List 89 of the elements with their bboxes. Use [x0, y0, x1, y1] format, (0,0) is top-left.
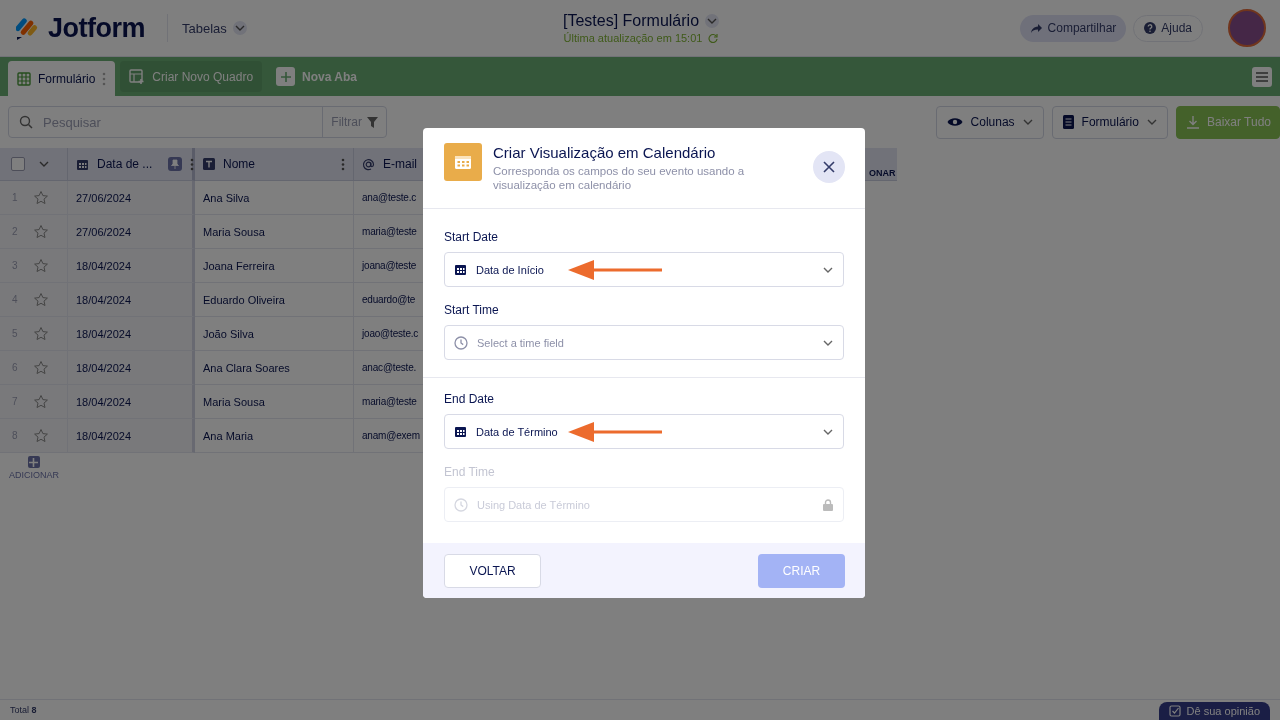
- tab[interactable]: Formulário: [8, 61, 116, 96]
- table-cell: 18/04/2024: [68, 317, 195, 351]
- star-icon[interactable]: [33, 257, 49, 274]
- table-cell: 18/04/2024: [68, 283, 195, 317]
- chevron-down-icon: [823, 339, 833, 346]
- star-icon[interactable]: [33, 325, 49, 342]
- plus-icon: [29, 457, 39, 467]
- column-header[interactable]: Data de ...: [68, 148, 195, 181]
- table-cell: Ana Maria: [195, 419, 354, 453]
- avatar[interactable]: [1228, 9, 1266, 47]
- last-update-text: Última atualização em 15:01: [563, 32, 703, 44]
- create-button: CRIAR: [758, 553, 845, 588]
- plus-icon: [276, 67, 296, 86]
- refresh-icon: [708, 33, 719, 43]
- chevron-down-icon: [823, 428, 833, 435]
- table-cell: 18/04/2024: [68, 419, 195, 453]
- star-icon[interactable]: [33, 427, 49, 444]
- back-button[interactable]: VOLTAR: [444, 553, 541, 588]
- table-cell: 27/06/2024: [68, 181, 195, 215]
- menu-button[interactable]: [1252, 67, 1272, 87]
- feedback-icon: [1168, 705, 1181, 717]
- clock-icon: [454, 497, 468, 512]
- column-header[interactable]: Nome: [195, 148, 354, 181]
- star-icon[interactable]: [33, 189, 49, 206]
- search-icon: [19, 115, 33, 129]
- close-icon: [823, 161, 835, 173]
- star-icon[interactable]: [33, 223, 49, 240]
- chevron-down-icon: [232, 21, 247, 35]
- feedback-button[interactable]: Dê sua opinião: [1158, 702, 1270, 720]
- calendar-icon: [454, 425, 467, 438]
- eye-icon: [946, 117, 963, 127]
- star-icon[interactable]: [33, 291, 49, 308]
- logo-text: Jotform: [48, 12, 145, 44]
- table-cell: João Silva: [195, 317, 354, 351]
- select-field[interactable]: Data de Término: [444, 414, 844, 449]
- table-cell: Maria Sousa: [195, 385, 354, 419]
- table-cell: Eduardo Oliveira: [195, 283, 354, 317]
- select-field[interactable]: Select a time field: [444, 325, 844, 360]
- table-cell: Joana Ferreira: [195, 249, 354, 283]
- select-field[interactable]: Data de Início: [444, 252, 844, 287]
- app-menu[interactable]: Tabelas: [167, 14, 247, 42]
- select-all-checkbox[interactable]: [11, 157, 25, 171]
- logo-mark-icon: [16, 15, 40, 41]
- chevron-down-icon: [39, 161, 49, 167]
- close-button[interactable]: [813, 151, 845, 183]
- share-button[interactable]: Compartilhar: [1019, 14, 1127, 42]
- menu-icon: [1256, 72, 1268, 82]
- field-label: Start Time: [444, 303, 500, 317]
- calendar-icon: [444, 143, 482, 181]
- chevron-down-icon: [823, 266, 833, 273]
- pin-icon: [168, 157, 183, 171]
- star-icon[interactable]: [33, 393, 49, 410]
- add-row-button[interactable]: ADICIONAR: [9, 456, 59, 480]
- table-cell: Maria Sousa: [195, 215, 354, 249]
- calendar-icon: [76, 157, 89, 171]
- table-cell: Ana Silva: [195, 181, 354, 215]
- form-button[interactable]: Formulário: [1051, 105, 1168, 139]
- text-field-icon: [203, 158, 215, 170]
- columns-button[interactable]: Colunas: [935, 105, 1044, 139]
- field-label: End Time: [444, 465, 496, 479]
- clock-icon: [454, 335, 468, 350]
- more-vertical-icon: [102, 71, 107, 86]
- grid-icon: [17, 71, 31, 86]
- lock-icon: [823, 498, 833, 511]
- document-icon: [1062, 115, 1074, 129]
- filter-icon: [367, 116, 378, 128]
- more-vertical-icon: [341, 157, 345, 171]
- table-cell: 18/04/2024: [68, 385, 195, 419]
- table-cell: 27/06/2024: [68, 215, 195, 249]
- help-icon: [1144, 22, 1157, 34]
- board-plus-icon: [129, 68, 146, 85]
- dialog-title: Criar Visualização em Calendário: [493, 144, 717, 161]
- field-label: End Date: [444, 392, 496, 406]
- form-title[interactable]: [Testes] Formulário: [563, 12, 700, 30]
- chevron-down-icon: [1022, 119, 1033, 125]
- calendar-icon: [454, 263, 467, 276]
- field-label: Start Date: [444, 230, 500, 244]
- new-tab-button[interactable]: Nova Aba: [267, 61, 366, 92]
- star-icon[interactable]: [33, 359, 49, 376]
- more-vertical-icon: [190, 157, 195, 171]
- table-cell: 18/04/2024: [68, 351, 195, 385]
- table-cell: 18/04/2024: [68, 249, 195, 283]
- at-sign-icon: [362, 157, 375, 171]
- chevron-down-icon: [1146, 119, 1157, 125]
- share-arrow-icon: [1029, 22, 1043, 34]
- download-icon: [1186, 115, 1199, 129]
- total-count: Total 8: [10, 705, 37, 715]
- chevron-down-icon[interactable]: [705, 14, 720, 28]
- table-cell: Ana Clara Soares: [195, 351, 354, 385]
